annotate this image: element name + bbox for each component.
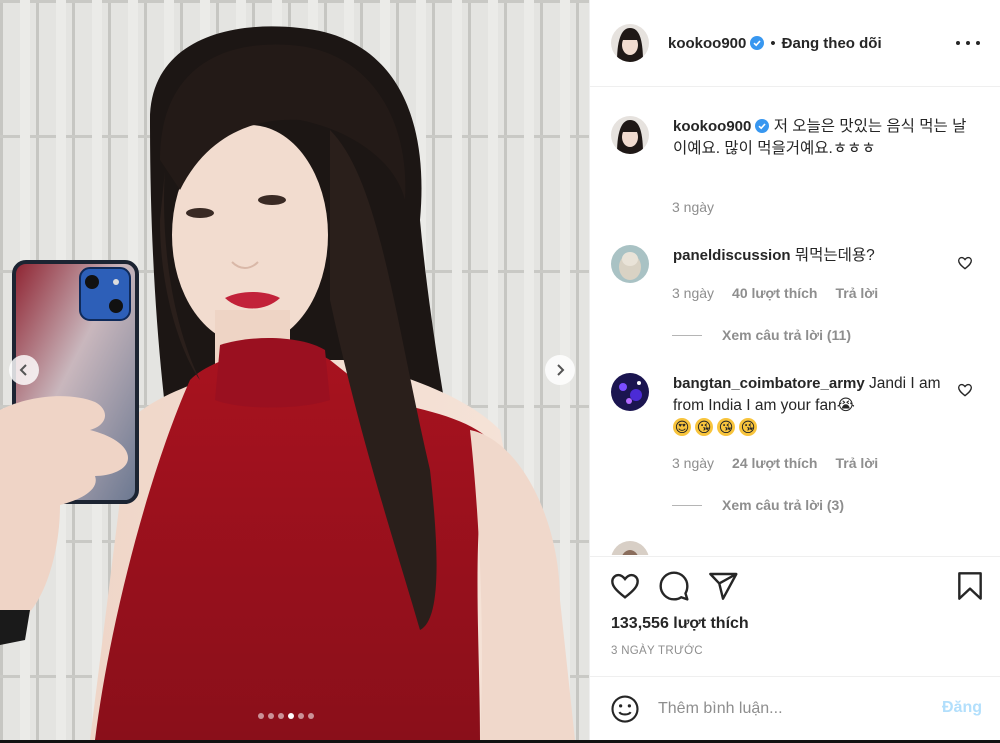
reply-button[interactable]: Trả lời	[835, 455, 878, 471]
comment-timestamp[interactable]: 3 ngày	[672, 285, 714, 301]
comment-meta: 3 ngày 24 lượt thích Trả lời	[672, 455, 878, 471]
smiley-emoji-icon[interactable]	[610, 694, 640, 724]
more-dot-icon	[956, 41, 960, 45]
commenter-username[interactable]: bangtan_coimbatore_army	[673, 375, 865, 392]
caption-avatar[interactable]	[611, 116, 649, 154]
carousel-dot	[308, 713, 314, 719]
caption-username[interactable]: kookoo900	[673, 118, 751, 135]
commenter-username[interactable]: paneldiscussion	[673, 247, 791, 264]
emoji-kiss: 😘	[717, 418, 735, 436]
like-comment-heart-icon[interactable]	[957, 255, 973, 271]
post-photo[interactable]	[0, 0, 589, 740]
chevron-right-icon	[557, 364, 565, 376]
more-dot-icon	[976, 41, 980, 45]
chevron-left-icon	[19, 364, 27, 376]
comment-input[interactable]	[658, 699, 928, 718]
post-timestamp[interactable]: 3 NGÀY TRƯỚC	[611, 645, 703, 657]
header-separator: •	[770, 34, 776, 52]
verified-badge-icon	[750, 36, 765, 50]
photo-image	[0, 0, 589, 740]
carousel-dot	[278, 713, 284, 719]
heart-icon[interactable]	[609, 570, 641, 602]
comment-item: bangtan_coimbatore_army Jandi I am from …	[611, 373, 981, 440]
post-comment-button[interactable]: Đăng	[942, 699, 982, 717]
emoji-kiss: 😘	[739, 418, 757, 436]
bookmark-icon[interactable]	[954, 570, 986, 602]
comment-icon[interactable]	[658, 570, 690, 602]
comment-like-count[interactable]: 40 lượt thích	[732, 285, 817, 301]
comment-meta: 3 ngày 40 lượt thích Trả lời	[672, 285, 878, 301]
caption-timestamp[interactable]: 3 ngày	[672, 199, 714, 215]
comments-list[interactable]: kookoo900 저 오늘은 맛있는 음식 먹는 날이예요. 많이 먹을거예요…	[590, 88, 1000, 555]
carousel-dot-active	[288, 713, 294, 719]
emoji-kiss: 😘	[695, 418, 713, 436]
post-actions: 133,556 lượt thích 3 NGÀY TRƯỚC	[590, 556, 1000, 686]
next-photo-button[interactable]	[545, 355, 575, 385]
view-replies-button[interactable]: Xem câu trả lời (11)	[672, 327, 851, 343]
carousel-dot	[298, 713, 304, 719]
comment-like-count[interactable]: 24 lượt thích	[732, 455, 817, 471]
carousel-dot	[258, 713, 264, 719]
like-comment-heart-icon[interactable]	[957, 382, 973, 398]
comment-item: paneldiscussion 뭐먹는데용?	[611, 245, 981, 283]
previous-photo-button[interactable]	[9, 355, 39, 385]
post-caption: kookoo900 저 오늘은 맛있는 음식 먹는 날이예요. 많이 먹을거예요…	[611, 116, 981, 160]
commenter-avatar[interactable]	[611, 373, 649, 411]
emoji-heart-eyes: 😍	[673, 418, 691, 436]
commenter-avatar[interactable]	[611, 541, 649, 555]
view-replies-button[interactable]: Xem câu trả lời (3)	[672, 497, 844, 513]
post-side-panel: kookoo900 • Đang theo dõi kookoo900 저 오늘…	[589, 0, 1000, 740]
commenter-avatar[interactable]	[611, 245, 649, 283]
add-comment-form: Đăng	[590, 676, 1000, 740]
more-dot-icon	[966, 41, 970, 45]
like-count[interactable]: 133,556 lượt thích	[611, 615, 749, 633]
owner-username[interactable]: kookoo900	[668, 35, 746, 52]
owner-avatar[interactable]	[611, 24, 649, 62]
paper-plane-icon[interactable]	[707, 570, 739, 602]
carousel-dot	[268, 713, 274, 719]
post-header: kookoo900 • Đang theo dõi	[590, 0, 1000, 87]
comment-item-partial	[611, 541, 981, 555]
verified-badge-icon	[755, 119, 770, 133]
comment-timestamp[interactable]: 3 ngày	[672, 455, 714, 471]
following-button[interactable]: Đang theo dõi	[782, 35, 882, 52]
more-options-button[interactable]	[956, 33, 980, 53]
reply-button[interactable]: Trả lời	[835, 285, 878, 301]
comment-text: 뭐먹는데용?	[794, 247, 875, 264]
carousel-indicator	[258, 713, 314, 719]
